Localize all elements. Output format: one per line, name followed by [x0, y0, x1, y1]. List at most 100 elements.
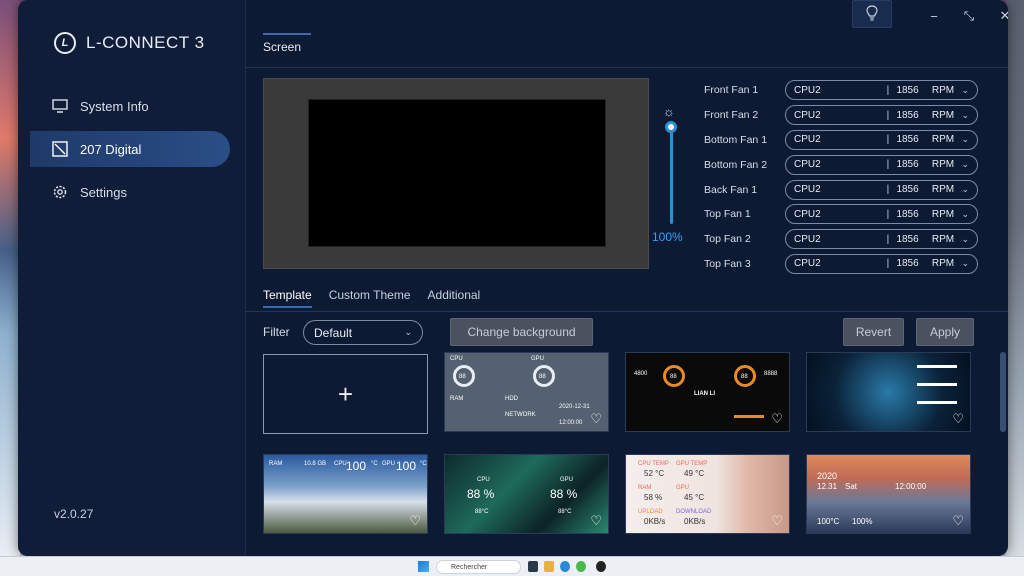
fan-source-dropdown[interactable]: CPU2 | 1856 RPM ⌄ — [785, 179, 978, 200]
change-background-button[interactable]: Change background — [450, 318, 593, 346]
sidebar-item-system-info[interactable]: System Info — [30, 88, 230, 124]
sidebar-item-settings[interactable]: Settings — [30, 174, 230, 210]
chevron-down-icon: ⌄ — [404, 327, 412, 337]
brightness-slider-handle[interactable] — [665, 121, 677, 133]
brightness-value: 100% — [652, 230, 683, 244]
tpl-bar — [917, 383, 957, 386]
scrollbar-thumb[interactable] — [1000, 352, 1006, 432]
sidebar-item-207-digital[interactable]: 207 Digital — [30, 131, 230, 167]
edge-icon[interactable] — [560, 561, 570, 572]
apply-button[interactable]: Apply — [916, 318, 974, 346]
template-cube[interactable]: CPU TEMP 52 °C GPU TEMP 49 °C RAM 58 % G… — [625, 454, 790, 534]
chevron-down-icon: ⌄ — [961, 258, 969, 269]
sun-icon: ☼ — [663, 104, 675, 119]
fan-row: Top Fan 2 CPU2 | 1856 RPM ⌄ — [704, 227, 994, 252]
template-scrollbar[interactable] — [1000, 352, 1006, 532]
tpl-ram-label: RAM — [269, 461, 283, 467]
l-connect-taskbar-icon[interactable] — [596, 561, 606, 572]
fan-label: Bottom Fan 2 — [704, 158, 768, 171]
chevron-down-icon: ⌄ — [961, 184, 969, 195]
fan-rpm: 1856 — [896, 184, 919, 196]
favorite-heart-icon[interactable]: ♡ — [952, 411, 964, 427]
chevron-down-icon: ⌄ — [961, 134, 969, 145]
tab-additional[interactable]: Additional — [428, 288, 481, 308]
tpl-ram-label: RAM — [638, 485, 652, 491]
fan-unit: RPM — [931, 134, 955, 146]
template-tech-blue[interactable]: ♡ — [806, 352, 971, 432]
brightness-slider-track[interactable] — [670, 124, 673, 224]
fan-source-dropdown[interactable]: CPU2 | 1856 RPM ⌄ — [785, 105, 978, 126]
lightbulb-button[interactable] — [852, 0, 892, 28]
app-logo: L L-CONNECT 3 — [54, 32, 205, 54]
fan-row: Front Fan 1 CPU2 | 1856 RPM ⌄ — [704, 78, 994, 103]
fan-source-dropdown[interactable]: CPU2 | 1856 RPM ⌄ — [785, 204, 978, 225]
favorite-heart-icon[interactable]: ♡ — [771, 411, 783, 427]
tpl-gpu-temp: 49 °C — [684, 469, 705, 478]
fan-source: CPU2 — [794, 258, 821, 270]
fan-list: Front Fan 1 CPU2 | 1856 RPM ⌄ Front Fan 2 CPU2 |… — [704, 78, 994, 276]
fan-source-dropdown[interactable]: CPU2 | 1856 RPM ⌄ — [785, 80, 978, 101]
restore-button[interactable]: ⤡ — [961, 4, 977, 28]
template-sky[interactable]: RAM 10.8 GB CPU 100 °C GPU 100 °C ♡ — [263, 454, 428, 534]
monitor-icon — [52, 99, 68, 113]
chrome-icon[interactable] — [576, 561, 586, 572]
tpl-time: 12:00:00 — [559, 420, 583, 426]
fan-source-dropdown[interactable]: CPU2 | 1856 RPM ⌄ — [785, 253, 978, 274]
close-button[interactable]: ✕ — [998, 4, 1008, 28]
tpl-download-label: DOWNLOAD — [676, 509, 712, 515]
fan-source-dropdown[interactable]: CPU2 | 1856 RPM ⌄ — [785, 129, 978, 150]
fan-source-dropdown[interactable]: CPU2 | 1856 RPM ⌄ — [785, 154, 978, 175]
tpl-year: 2020 — [817, 471, 838, 481]
favorite-heart-icon[interactable]: ♡ — [590, 411, 602, 427]
template-sunset[interactable]: 2020 12.31 Sat 12:00:00 100°C 100% ♡ — [806, 454, 971, 534]
task-view-icon[interactable] — [528, 561, 538, 572]
tpl-ram-value: 10.8 GB — [304, 461, 327, 467]
fan-source-dropdown[interactable]: CPU2 | 1856 RPM ⌄ — [785, 229, 978, 250]
tab-screen[interactable]: Screen — [263, 33, 312, 54]
windows-start-icon[interactable] — [418, 561, 429, 572]
app-title: L-CONNECT 3 — [86, 33, 205, 52]
file-explorer-icon[interactable] — [544, 561, 554, 572]
add-template-button[interactable]: + — [263, 354, 428, 434]
favorite-heart-icon[interactable]: ♡ — [952, 513, 964, 529]
tpl-download-value: 0KB/s — [684, 517, 706, 526]
template-system-monitor[interactable]: CPU GPU 88 88 RAM HDD NETWORK 2020-12-31… — [444, 352, 609, 432]
tab-template[interactable]: Template — [263, 288, 312, 308]
brightness-control: ☼ 100% — [651, 104, 691, 249]
chevron-down-icon: ⌄ — [961, 233, 969, 244]
fan-source: CPU2 — [794, 134, 821, 146]
template-poly-green[interactable]: CPU 88 % 88°C GPU 88 % 88°C ♡ — [444, 454, 609, 534]
revert-button[interactable]: Revert — [843, 318, 904, 346]
fan-label: Top Fan 2 — [704, 233, 751, 246]
template-tabs: Template Custom Theme Additional — [263, 288, 480, 308]
tpl-unit: °C — [371, 461, 378, 467]
fan-source: CPU2 — [794, 109, 821, 121]
minimize-button[interactable]: − — [926, 4, 942, 28]
fan-separator: | — [886, 208, 890, 220]
tpl-speed: 4800 — [634, 371, 648, 377]
fan-separator: | — [886, 258, 890, 270]
lightbulb-icon — [866, 4, 878, 24]
fan-row: Bottom Fan 2 CPU2 | 1856 RPM ⌄ — [704, 152, 994, 177]
tpl-gpu-label: GPU — [676, 485, 690, 491]
filter-dropdown[interactable]: Default ⌄ — [303, 320, 423, 345]
tpl-cpu-temp: 88°C — [475, 509, 489, 515]
lianli-logo-icon: L — [54, 32, 76, 54]
fan-source: CPU2 — [794, 208, 821, 220]
fan-label: Top Fan 3 — [704, 257, 751, 270]
favorite-heart-icon[interactable]: ♡ — [590, 513, 602, 529]
fan-unit: RPM — [931, 84, 955, 96]
fan-row: Back Fan 1 CPU2 | 1856 RPM ⌄ — [704, 177, 994, 202]
fan-source: CPU2 — [794, 84, 821, 96]
tab-custom-theme[interactable]: Custom Theme — [329, 288, 411, 308]
tpl-upload-value: 0KB/s — [644, 517, 666, 526]
fan-unit: RPM — [931, 258, 955, 270]
tpl-usage: 100% — [852, 517, 873, 526]
fan-separator: | — [886, 233, 890, 245]
favorite-heart-icon[interactable]: ♡ — [771, 513, 783, 529]
taskbar-search-field[interactable]: Rechercher — [436, 560, 521, 574]
plus-icon: + — [337, 378, 354, 409]
app-version: v2.0.27 — [54, 507, 94, 521]
template-lian-li[interactable]: 4800 88 88 8888 LIAN LI ♡ — [625, 352, 790, 432]
favorite-heart-icon[interactable]: ♡ — [409, 513, 421, 529]
